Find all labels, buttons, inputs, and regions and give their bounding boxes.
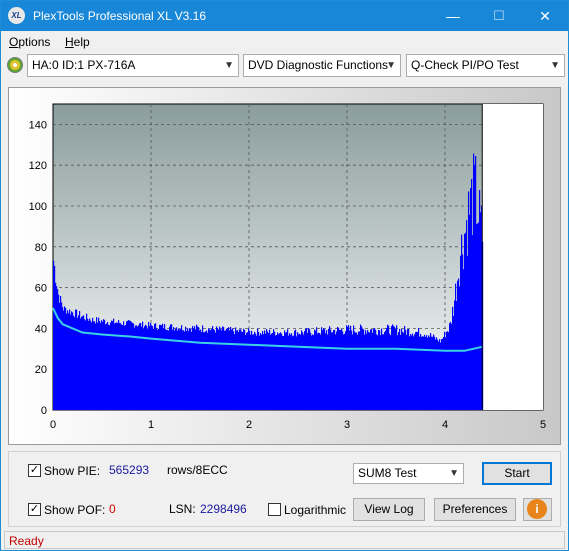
chart-panel: 0 1 2 3 4 5 0 20 40 60 80 100 120 140 — [8, 87, 561, 445]
view-log-button[interactable]: View Log — [353, 498, 425, 521]
y-tick-label: 80 — [35, 242, 47, 254]
sum-test-select-value: SUM8 Test — [358, 466, 417, 480]
function-select[interactable]: DVD Diagnostic Functions ▼ — [243, 54, 401, 77]
show-pie-checkbox[interactable]: ✓ — [28, 464, 41, 477]
y-tick-label: 60 — [35, 283, 47, 295]
window-title: PlexTools Professional XL V3.16 — [33, 9, 206, 23]
logarithmic-checkbox[interactable] — [268, 503, 281, 516]
x-tick-label: 2 — [246, 419, 252, 431]
chevron-down-icon: ▼ — [449, 468, 459, 479]
disc-icon — [7, 57, 23, 73]
show-pof-label: Show POF: — [44, 503, 106, 517]
title-bar: XL PlexTools Professional XL V3.16 — ☐ ✕ — [1, 1, 568, 31]
lsn-label: LSN: — [169, 502, 196, 516]
chevron-down-icon: ▼ — [550, 60, 560, 71]
pie-value: 565293 — [109, 463, 150, 477]
y-tick-label: 120 — [29, 160, 47, 172]
show-pof-checkbox[interactable]: ✓ — [28, 503, 41, 516]
preferences-button-label: Preferences — [442, 502, 508, 516]
sum-test-select[interactable]: SUM8 Test ▼ — [353, 463, 464, 484]
menu-options-hotkey: O — [9, 35, 19, 49]
view-log-button-label: View Log — [364, 502, 414, 516]
test-type-select[interactable]: Q-Check PI/PO Test ▼ — [406, 54, 565, 77]
menu-help-hotkey: H — [65, 35, 74, 49]
info-button[interactable]: i — [523, 498, 552, 521]
test-type-select-value: Q-Check PI/PO Test — [411, 58, 519, 72]
menu-options-label: ptions — [18, 35, 51, 49]
preferences-button[interactable]: Preferences — [434, 498, 516, 521]
controls-panel: ✓ Show PIE: 565293 rows/8ECC ✓ Show POF:… — [8, 451, 561, 527]
x-tick-label: 0 — [50, 419, 56, 431]
y-tick-label: 140 — [29, 119, 47, 131]
function-select-value: DVD Diagnostic Functions — [248, 58, 389, 72]
pipo-chart: 0 1 2 3 4 5 0 20 40 60 80 100 120 140 — [29, 103, 546, 431]
y-tick-label: 20 — [35, 364, 47, 376]
toolbar: HA:0 ID:1 PX-716A ▼ DVD Diagnostic Funct… — [1, 53, 568, 79]
menu-options[interactable]: Options — [9, 35, 50, 49]
x-tick-label: 1 — [148, 419, 154, 431]
app-window: XL PlexTools Professional XL V3.16 — ☐ ✕… — [0, 0, 569, 551]
x-tick-label: 3 — [344, 419, 350, 431]
show-pie-label: Show PIE: — [44, 464, 101, 478]
minimize-button[interactable]: — — [430, 1, 476, 31]
menu-help[interactable]: Help — [65, 35, 90, 49]
lsn-value: 2298496 — [200, 502, 247, 516]
menu-help-label: elp — [73, 35, 90, 49]
maximize-button[interactable]: ☐ — [476, 1, 522, 31]
x-tick-label: 5 — [540, 419, 546, 431]
pof-value: 0 — [109, 502, 116, 516]
y-tick-label: 0 — [41, 405, 47, 417]
unused-area — [482, 104, 543, 410]
drive-select[interactable]: HA:0 ID:1 PX-716A ▼ — [27, 54, 239, 77]
info-icon: i — [527, 499, 547, 519]
plextools-logo-icon: XL — [8, 7, 25, 24]
close-button[interactable]: ✕ — [522, 1, 568, 31]
x-tick-label: 4 — [442, 419, 448, 431]
y-tick-label: 40 — [35, 323, 47, 335]
status-bar: Ready — [4, 531, 565, 549]
menu-bar: Options Help — [1, 31, 568, 53]
start-button[interactable]: Start — [482, 462, 552, 485]
y-tick-label: 100 — [29, 201, 47, 213]
logarithmic-label: Logarithmic — [284, 503, 347, 517]
status-text: Ready — [9, 534, 44, 548]
rows-unit-label: rows/8ECC — [167, 463, 228, 477]
start-button-label: Start — [504, 466, 530, 480]
drive-select-value: HA:0 ID:1 PX-716A — [32, 58, 136, 72]
chevron-down-icon: ▼ — [386, 60, 396, 71]
chevron-down-icon: ▼ — [224, 60, 234, 71]
